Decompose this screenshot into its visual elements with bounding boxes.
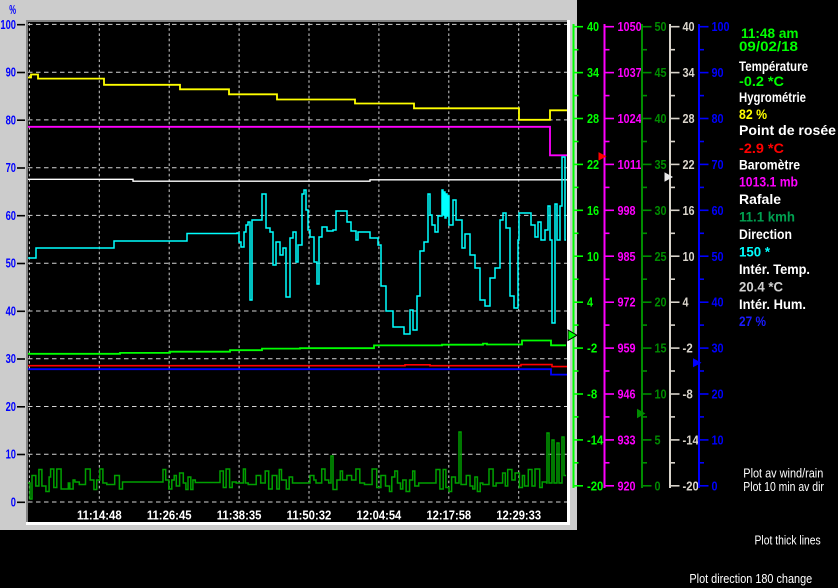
svg-text:12:04:54: 12:04:54 [357, 509, 402, 523]
svg-text:5: 5 [655, 432, 661, 447]
svg-text:09/02/18: 09/02/18 [739, 39, 799, 54]
svg-text:10: 10 [712, 432, 724, 447]
svg-text:40: 40 [587, 19, 599, 34]
svg-text:40: 40 [712, 295, 724, 310]
svg-text:985: 985 [618, 249, 636, 264]
svg-text:20: 20 [712, 387, 724, 402]
svg-text:-8: -8 [587, 387, 597, 402]
svg-text:Hygrométrie: Hygrométrie [739, 90, 806, 105]
svg-text:34: 34 [587, 65, 600, 80]
svg-text:80: 80 [712, 111, 724, 126]
svg-text:-2.9 *C: -2.9 *C [739, 141, 784, 156]
svg-text:25: 25 [655, 249, 667, 264]
svg-text:50: 50 [712, 249, 724, 264]
svg-text:0: 0 [712, 478, 718, 493]
svg-text:60: 60 [712, 203, 724, 218]
svg-text:30: 30 [6, 352, 16, 366]
svg-text:28: 28 [587, 111, 599, 126]
svg-text:11:14:48: 11:14:48 [77, 509, 122, 523]
svg-text:70: 70 [6, 161, 16, 175]
svg-text:%: % [9, 3, 16, 17]
svg-text:12:17:58: 12:17:58 [426, 509, 471, 523]
svg-text:35: 35 [655, 157, 667, 172]
svg-text:40: 40 [683, 19, 695, 34]
svg-text:22: 22 [683, 157, 695, 172]
svg-text:34: 34 [683, 65, 696, 80]
svg-text:10: 10 [6, 448, 16, 462]
svg-text:-14: -14 [587, 432, 604, 447]
svg-text:11:38:35: 11:38:35 [217, 509, 262, 523]
svg-text:20.4 *C: 20.4 *C [739, 280, 783, 295]
svg-text:45: 45 [655, 65, 667, 80]
svg-text:90: 90 [6, 66, 16, 80]
svg-text:998: 998 [618, 203, 636, 218]
svg-text:-2: -2 [683, 341, 693, 356]
svg-text:1013.1 mb: 1013.1 mb [739, 174, 798, 189]
svg-text:Rafale: Rafale [739, 192, 781, 207]
svg-text:10: 10 [587, 249, 599, 264]
svg-text:28: 28 [683, 111, 695, 126]
svg-text:100: 100 [712, 19, 730, 34]
svg-text:22: 22 [587, 157, 599, 172]
svg-text:Direction: Direction [739, 227, 792, 242]
svg-text:100: 100 [0, 18, 16, 32]
svg-text:920: 920 [618, 478, 636, 493]
svg-text:1050: 1050 [618, 19, 642, 34]
svg-text:90: 90 [712, 65, 724, 80]
svg-text:Plot 10 min av dir: Plot 10 min av dir [743, 479, 824, 494]
svg-text:4: 4 [587, 295, 594, 310]
svg-text:50: 50 [655, 19, 667, 34]
svg-text:150 *: 150 * [739, 244, 771, 259]
svg-text:12:29:33: 12:29:33 [496, 509, 541, 523]
svg-text:Point de rosée: Point de rosée [739, 123, 837, 138]
svg-text:27 %: 27 % [739, 314, 766, 329]
svg-text:946: 946 [618, 387, 636, 402]
svg-text:Baromètre: Baromètre [739, 158, 800, 173]
svg-text:15: 15 [655, 341, 667, 356]
svg-text:10: 10 [683, 249, 695, 264]
svg-text:40: 40 [6, 305, 16, 319]
svg-text:1011: 1011 [618, 157, 642, 172]
svg-text:-8: -8 [683, 387, 693, 402]
svg-text:50: 50 [6, 257, 16, 271]
svg-text:Plot thick lines: Plot thick lines [755, 532, 822, 547]
svg-text:80: 80 [6, 113, 16, 127]
svg-text:11:26:45: 11:26:45 [147, 509, 192, 523]
svg-text:40: 40 [655, 111, 667, 126]
svg-text:972: 972 [618, 295, 636, 310]
svg-text:959: 959 [618, 341, 636, 356]
svg-text:-20: -20 [587, 478, 603, 493]
svg-text:Intér. Hum.: Intér. Hum. [739, 297, 806, 312]
svg-text:0: 0 [11, 496, 16, 510]
svg-text:1024: 1024 [618, 111, 643, 126]
svg-text:933: 933 [618, 432, 636, 447]
svg-text:4: 4 [683, 295, 690, 310]
svg-text:0: 0 [655, 478, 661, 493]
svg-text:Température: Température [739, 59, 808, 74]
svg-text:10: 10 [655, 387, 667, 402]
svg-text:1037: 1037 [618, 65, 642, 80]
svg-text:-2: -2 [587, 341, 597, 356]
svg-text:20: 20 [655, 295, 667, 310]
svg-text:Plot direction 180 change: Plot direction 180 change [689, 571, 812, 586]
svg-text:16: 16 [587, 203, 599, 218]
svg-text:Intér. Temp.: Intér. Temp. [739, 262, 810, 277]
svg-text:30: 30 [712, 341, 724, 356]
svg-text:16: 16 [683, 203, 695, 218]
svg-text:60: 60 [6, 209, 16, 223]
svg-text:82 %: 82 % [739, 107, 767, 122]
svg-text:70: 70 [712, 157, 724, 172]
svg-text:11:50:32: 11:50:32 [287, 509, 332, 523]
svg-text:30: 30 [655, 203, 667, 218]
svg-text:-20: -20 [683, 478, 699, 493]
svg-text:11.1 kmh: 11.1 kmh [739, 210, 795, 225]
svg-text:-14: -14 [683, 432, 700, 447]
svg-text:20: 20 [6, 400, 16, 414]
svg-text:-0.2 *C: -0.2 *C [739, 74, 784, 89]
